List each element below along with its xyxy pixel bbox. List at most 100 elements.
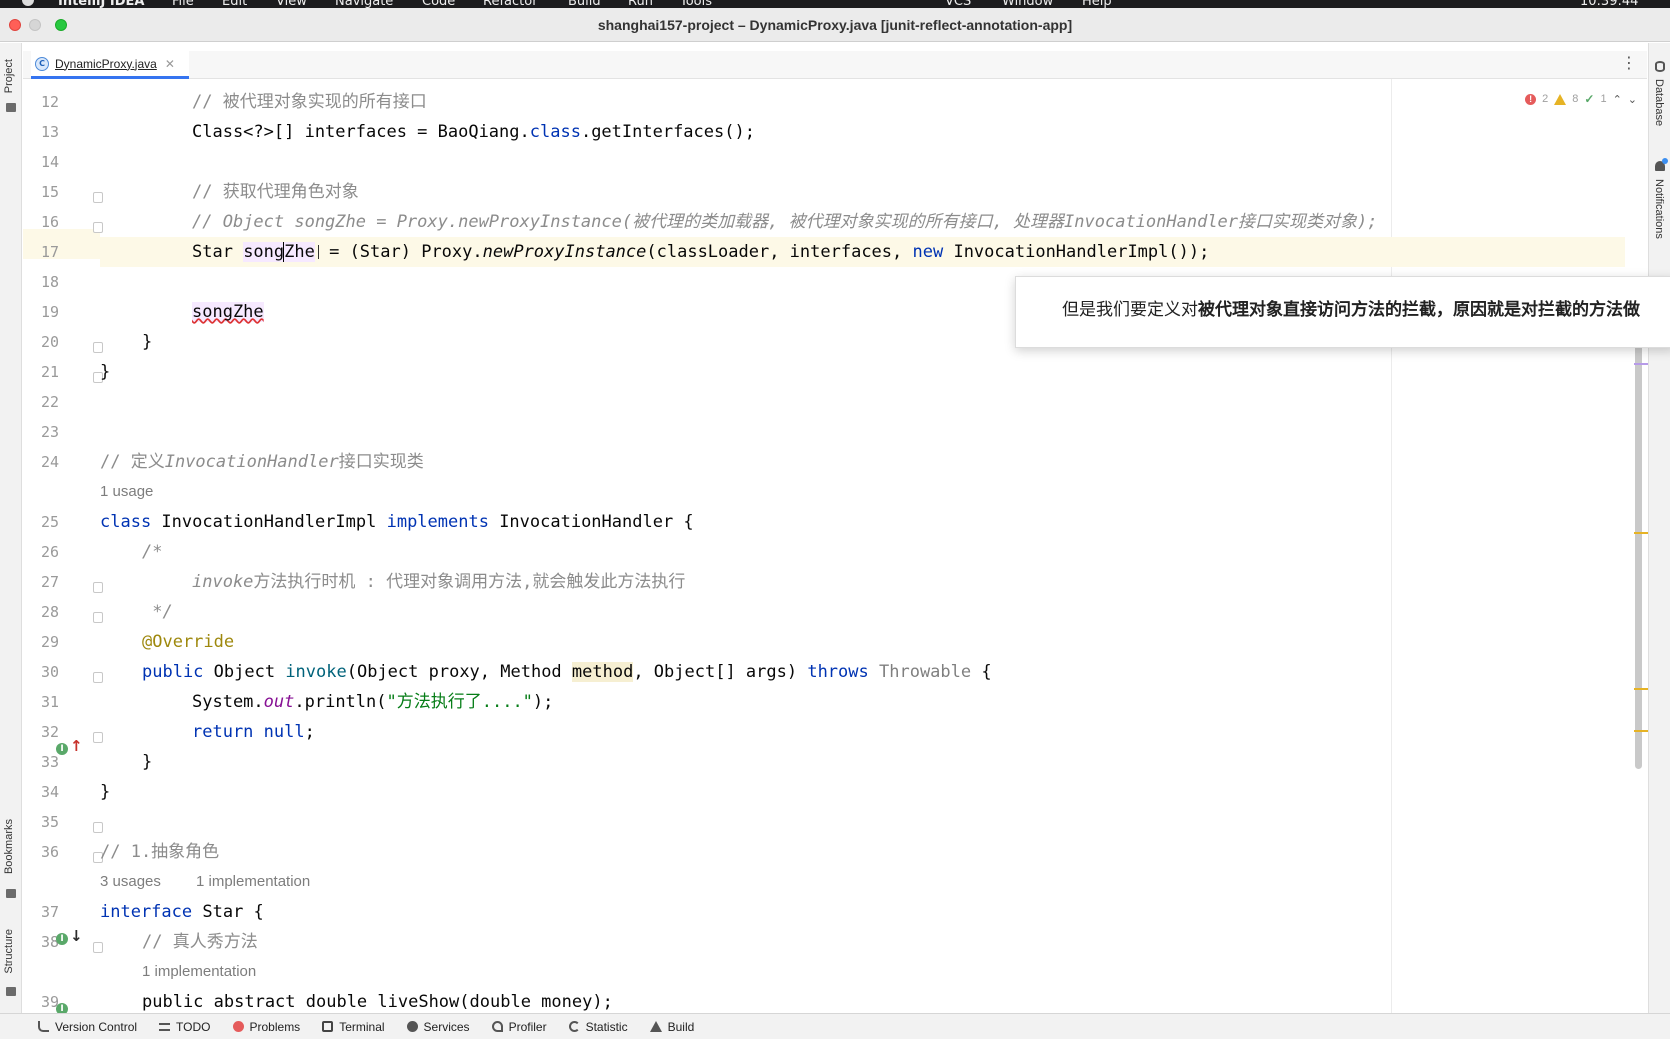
code-line-27: invoke方法执行时机 : 代理对象调用方法,就会触发此方法执行 [192,572,686,592]
editor-gutter[interactable]: 12 13 14 15 16 17 18 19 20 21 22 23 24 2… [23,79,103,1015]
menu-run[interactable]: Run [628,0,653,8]
scrollbar-thumb[interactable] [1635,279,1642,769]
warning-marker[interactable] [1634,730,1648,732]
menu-vcs[interactable]: VCS [945,0,971,8]
implements-method-icon[interactable]: I [56,743,68,755]
menu-window[interactable]: Window [1002,0,1053,8]
line-number: 29 [40,633,59,651]
apple-icon[interactable] [22,0,34,6]
inspections-widget[interactable]: ! 2 8 ✓ 1 ⌃ ⌄ [1525,92,1637,106]
profiler-icon [491,1021,503,1032]
menu-help[interactable]: Help [1082,0,1112,8]
code-line-37: interface Star { [100,902,264,922]
bottom-edge [0,1039,1670,1043]
profiler-tool-button[interactable]: Profiler [491,1020,547,1034]
implementations-down-arrow-icon[interactable]: ↓ [70,927,83,945]
project-tool-tab[interactable]: Project [3,59,15,93]
menu-build[interactable]: Build [568,0,601,8]
line-number: 35 [40,813,59,831]
line-number: 31 [40,693,59,711]
menu-code[interactable]: Code [422,0,455,8]
editor-scrollbar[interactable] [1634,79,1648,1013]
line-number: 12 [40,93,59,111]
code-editor[interactable]: // 被代理对象实现的所有接口 Class<?>[] interfaces = … [100,79,1625,1013]
line-number: 22 [40,393,59,411]
code-line-30: public Object invoke(Object proxy, Metho… [142,662,992,682]
menu-navigate[interactable]: Navigate [335,0,393,8]
interface-implemented-icon[interactable]: I [56,933,68,945]
code-line-21: } [100,362,111,382]
line-number: 14 [40,153,59,171]
line-number: 24 [40,453,59,471]
line-number: 25 [40,513,59,531]
structure-icon[interactable] [6,987,16,996]
services-tool-button[interactable]: Services [406,1020,470,1034]
warning-marker[interactable] [1634,688,1648,690]
warning-marker[interactable] [1634,532,1648,534]
menu-file[interactable]: File [172,0,194,8]
line-number: 15 [40,183,59,201]
line-number: 32 [40,723,59,741]
code-line-26: /* [142,542,163,562]
structure-tool-tab[interactable]: Structure [3,929,15,974]
right-tool-stripe: Database Notifications [1648,43,1670,1013]
line-number: 30 [40,663,59,681]
line-number: 19 [40,303,59,321]
line-number: 23 [40,423,59,441]
code-line-32: return null; [192,722,315,742]
statistic-icon [568,1021,580,1032]
code-line-28: */ [142,602,173,622]
line-number: 38 [40,933,59,951]
code-line-29: @Override [142,632,235,652]
warning-count: 8 [1572,93,1579,105]
line-number: 27 [40,573,59,591]
line-number: 21 [40,363,59,381]
code-line-24: // 定义InvocationHandler接口实现类 [100,452,424,472]
line-number: 18 [40,273,59,291]
menu-app-name[interactable]: IntelliJ IDEA [58,0,144,8]
line-number: 28 [40,603,59,621]
menu-tools[interactable]: Tools [680,0,712,8]
code-line-25: class InvocationHandlerImpl implements I… [100,512,694,532]
version-control-tool-button[interactable]: Version Control [38,1020,137,1034]
branch-icon [38,1021,49,1032]
terminal-tool-button[interactable]: Terminal [322,1020,385,1034]
unresolved-symbol: songZhe [192,302,264,322]
usage-marker[interactable] [1634,363,1648,365]
menu-refactor[interactable]: Refactor [483,0,538,8]
todo-tool-button[interactable]: TODO [159,1020,211,1034]
java-class-icon: C [35,56,49,71]
line-number: 33 [40,753,59,771]
line-number: 20 [40,333,59,351]
check-icon: ✓ [1584,92,1595,106]
database-icon[interactable] [1655,61,1665,72]
overrides-up-arrow-icon[interactable]: ↑ [70,737,83,755]
window-title: shanghai157-project – DynamicProxy.java … [597,17,1073,33]
previous-highlight-icon[interactable]: ⌃ [1613,93,1622,106]
bookmarks-tool-tab[interactable]: Bookmarks [3,819,15,874]
database-tool-tab[interactable]: Database [1653,79,1665,126]
build-tool-button[interactable]: Build [649,1020,694,1034]
menu-view[interactable]: View [276,0,307,8]
statistic-tool-button[interactable]: Statistic [568,1020,628,1034]
code-line-12: // 被代理对象实现的所有接口 [192,92,427,112]
line-number: 26 [40,543,59,561]
folder-icon[interactable] [6,103,16,112]
problems-tool-button[interactable]: Problems [232,1020,300,1034]
code-line-38: // 真人秀方法 [142,932,258,952]
tab-dynamicproxy-java[interactable]: C DynamicProxy.java ✕ [31,51,189,79]
left-tool-stripe: Project Bookmarks Structure [0,43,22,1013]
close-tab-icon[interactable]: ✕ [165,57,175,71]
notifications-tool-tab[interactable]: Notifications [1653,179,1665,239]
implementations-hint[interactable]: 1 implementation [196,867,310,897]
bookmark-icon[interactable] [6,889,16,898]
code-line-16: // Object songZhe = Proxy.newProxyInstan… [192,212,1378,232]
usages-hint[interactable]: 3 usages [100,867,161,897]
more-options-icon[interactable]: ⋮ [1621,55,1637,71]
line-number: 17 [40,243,59,261]
implementations-hint[interactable]: 1 implementation [142,957,256,987]
menu-edit[interactable]: Edit [222,0,247,8]
macos-menu-bar: IntelliJ IDEA File Edit View Navigate Co… [0,0,1670,8]
usages-hint[interactable]: 1 usage [100,477,153,507]
line-number: 34 [40,783,59,801]
